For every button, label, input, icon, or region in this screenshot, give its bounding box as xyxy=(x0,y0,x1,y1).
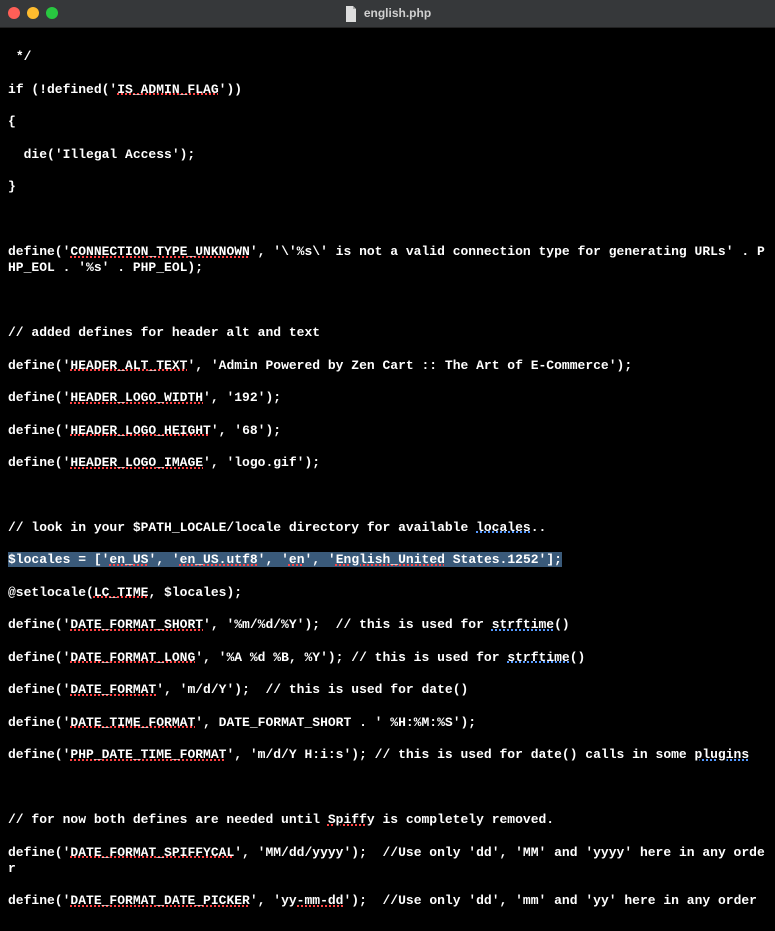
code-line: define('DATE_TIME_FORMAT', DATE_FORMAT_S… xyxy=(8,715,767,731)
code-line: { xyxy=(8,114,767,130)
code-line: define('PHP_DATE_TIME_FORMAT', 'm/d/Y H:… xyxy=(8,747,767,763)
code-line: define('HEADER_LOGO_HEIGHT', '68'); xyxy=(8,423,767,439)
editor-area[interactable]: */ if (!defined('IS_ADMIN_FLAG')) { die(… xyxy=(0,28,775,931)
titlebar: english.php xyxy=(0,0,775,28)
title-area: english.php xyxy=(344,6,431,22)
code-line: if (!defined('IS_ADMIN_FLAG')) xyxy=(8,82,767,98)
code-line xyxy=(8,212,767,228)
code-line: // look in your $PATH_LOCALE/locale dire… xyxy=(8,520,767,536)
minimize-window-icon[interactable] xyxy=(27,7,39,19)
code-line xyxy=(8,488,767,504)
code-line: define('DATE_FORMAT_DATE_PICKER', 'yy-mm… xyxy=(8,893,767,909)
code-line: define('DATE_FORMAT', 'm/d/Y'); // this … xyxy=(8,682,767,698)
highlighted-line: $locales = ['en_US', 'en_US.utf8', 'en',… xyxy=(8,552,767,568)
code-line: die('Illegal Access'); xyxy=(8,147,767,163)
code-line: @setlocale(LC_TIME, $locales); xyxy=(8,585,767,601)
code-line: // added defines for header alt and text xyxy=(8,325,767,341)
filename-label: english.php xyxy=(364,6,431,21)
code-line: } xyxy=(8,179,767,195)
code-line xyxy=(8,293,767,309)
maximize-window-icon[interactable] xyxy=(46,7,58,19)
close-window-icon[interactable] xyxy=(8,7,20,19)
code-line: // for now both defines are needed until… xyxy=(8,812,767,828)
code-line: define('DATE_FORMAT_SHORT', '%m/%d/%Y');… xyxy=(8,617,767,633)
code-line: define('CONNECTION_TYPE_UNKNOWN', '\'%s\… xyxy=(8,244,767,277)
code-line xyxy=(8,780,767,796)
code-line: define('HEADER_LOGO_IMAGE', 'logo.gif'); xyxy=(8,455,767,471)
file-icon xyxy=(344,6,358,22)
code-line: define('DATE_FORMAT_SPIFFYCAL', 'MM/dd/y… xyxy=(8,845,767,878)
traffic-lights xyxy=(8,7,58,19)
code-line: define('HEADER_ALT_TEXT', 'Admin Powered… xyxy=(8,358,767,374)
code-line: define('HEADER_LOGO_WIDTH', '192'); xyxy=(8,390,767,406)
code-line: define('DATE_FORMAT_LONG', '%A %d %B, %Y… xyxy=(8,650,767,666)
code-line: */ xyxy=(8,49,767,65)
